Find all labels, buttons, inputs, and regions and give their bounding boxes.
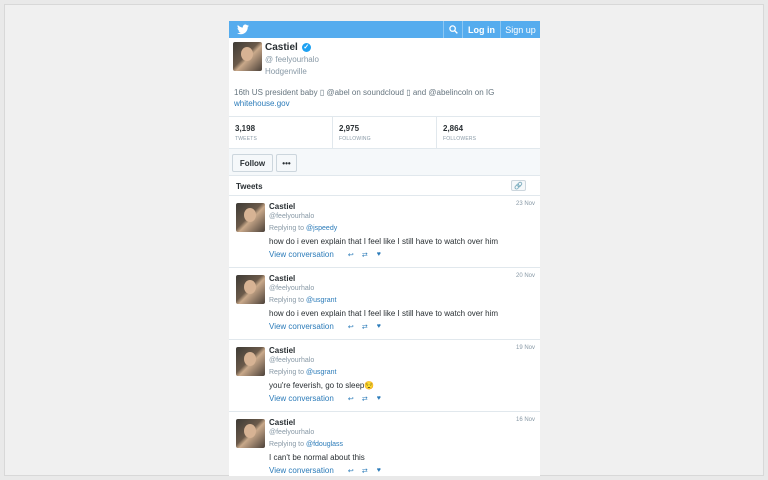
avatar[interactable] [236,419,265,448]
tweet-author-handle[interactable]: @feelyourhalo [269,357,314,364]
tweet-item[interactable]: Castiel @feelyourhalo 19 Nov Replying to… [229,340,540,412]
more-options-button[interactable]: ••• [276,154,297,172]
profile-widget: Log in Sign up Castiel ✓ @ feelyourhalo … [229,21,540,476]
tweet-footer: View conversation ↩ ⇄ ♥ [269,466,386,475]
bio-text: 16th US president baby ▯ @abel on soundc… [234,88,495,97]
profile-handle[interactable]: feelyourhalo [275,55,319,64]
tweet-date[interactable]: 20 Nov [516,273,535,279]
search-icon [448,25,458,34]
stat-followers[interactable]: 2,864 FOLLOWERS [436,117,540,148]
tweet-text: you're feverish, go to sleep😌 [269,381,375,390]
view-conversation-link[interactable]: View conversation [269,394,334,403]
tweet-footer: View conversation ↩ ⇄ ♥ [269,322,386,331]
profile-actions: Follow ••• [229,149,540,176]
replying-to-link[interactable]: @usgrant [306,369,336,376]
tweet-replying-to: Replying to @jspeedy [269,225,337,232]
tweet-replying-to: Replying to @fdouglass [269,441,343,448]
stat-value: 2,864 [443,124,464,133]
login-button[interactable]: Log in [462,21,500,38]
replying-label: Replying to [269,369,305,376]
tweet-date[interactable]: 16 Nov [516,417,535,423]
handle-prefix: @ [265,55,274,64]
profile-stats: 3,198 TWEETS 2,975 FOLLOWING 2,864 FOLLO… [229,116,540,149]
like-icon[interactable]: ♥ [372,395,386,402]
view-conversation-link[interactable]: View conversation [269,322,334,331]
profile-name-row: Castiel ✓ [265,42,311,53]
profile-bio: 16th US president baby ▯ @abel on soundc… [234,87,534,109]
stat-tweets[interactable]: 3,198 TWEETS [229,117,332,148]
reply-icon[interactable]: ↩ [344,395,358,403]
tweet-text: how do i even explain that I feel like I… [269,237,499,246]
avatar[interactable] [236,203,265,232]
view-conversation-link[interactable]: View conversation [269,466,334,475]
avatar[interactable] [233,42,262,71]
tweet-replying-to: Replying to @usgrant [269,369,336,376]
verified-badge-icon: ✓ [301,43,311,52]
tweets-header: Tweets 🔗 [229,176,540,196]
replying-to-link[interactable]: @fdouglass [306,441,343,448]
stat-value: 2,975 [339,124,360,133]
avatar[interactable] [236,347,265,376]
tweet-author-name[interactable]: Castiel [269,202,295,211]
stat-value: 3,198 [235,124,256,133]
like-icon[interactable]: ♥ [372,323,386,330]
retweet-icon[interactable]: ⇄ [358,395,372,403]
tweet-author-handle[interactable]: @feelyourhalo [269,213,314,220]
tweet-replying-to: Replying to @usgrant [269,297,336,304]
stat-label: TWEETS [235,136,258,142]
tweet-footer: View conversation ↩ ⇄ ♥ [269,250,386,259]
profile-location: Hodgenville [265,67,307,76]
tweet-author-name[interactable]: Castiel [269,346,295,355]
twitter-bird-icon[interactable] [237,24,249,35]
bio-link[interactable]: whitehouse.gov [234,99,290,108]
like-icon[interactable]: ♥ [372,467,386,474]
top-bar: Log in Sign up [229,21,540,38]
replying-label: Replying to [269,441,305,448]
link-icon[interactable]: 🔗 [511,180,526,191]
retweet-icon[interactable]: ⇄ [358,323,372,331]
stat-label: FOLLOWING [339,136,371,142]
tweet-author-handle[interactable]: @feelyourhalo [269,429,314,436]
tweet-text: how do i even explain that I feel like I… [269,309,499,318]
replying-label: Replying to [269,297,305,304]
replying-to-link[interactable]: @jspeedy [306,225,337,232]
tweet-date[interactable]: 23 Nov [516,201,535,207]
tweet-footer: View conversation ↩ ⇄ ♥ [269,394,386,403]
tweet-author-name[interactable]: Castiel [269,418,295,427]
search-button[interactable] [443,21,462,38]
tweet-item[interactable]: Castiel @feelyourhalo 23 Nov Replying to… [229,196,540,268]
tweet-text: I can't be normal about this [269,453,365,462]
tweet-author-name[interactable]: Castiel [269,274,295,283]
avatar[interactable] [236,275,265,304]
reply-icon[interactable]: ↩ [344,251,358,259]
tweets-title: Tweets [236,182,263,191]
like-icon[interactable]: ♥ [372,251,386,258]
view-conversation-link[interactable]: View conversation [269,250,334,259]
profile-header: Castiel ✓ @ feelyourhalo Hodgenville 16t… [229,38,540,116]
tweet-date[interactable]: 19 Nov [516,345,535,351]
replying-label: Replying to [269,225,305,232]
reply-icon[interactable]: ↩ [344,323,358,331]
reply-icon[interactable]: ↩ [344,467,358,475]
retweet-icon[interactable]: ⇄ [358,251,372,259]
tweet-author-handle[interactable]: @feelyourhalo [269,285,314,292]
profile-name[interactable]: Castiel [265,42,298,53]
tweet-item[interactable]: Castiel @feelyourhalo 20 Nov Replying to… [229,268,540,340]
signup-button[interactable]: Sign up [500,21,540,38]
profile-handle-row: @ feelyourhalo [265,55,319,64]
tweet-item[interactable]: Castiel @feelyourhalo 16 Nov Replying to… [229,412,540,476]
stat-label: FOLLOWERS [443,136,477,142]
replying-to-link[interactable]: @usgrant [306,297,336,304]
stat-following[interactable]: 2,975 FOLLOWING [332,117,436,148]
topbar-actions: Log in Sign up [443,21,540,38]
follow-button[interactable]: Follow [232,154,273,172]
retweet-icon[interactable]: ⇄ [358,467,372,475]
